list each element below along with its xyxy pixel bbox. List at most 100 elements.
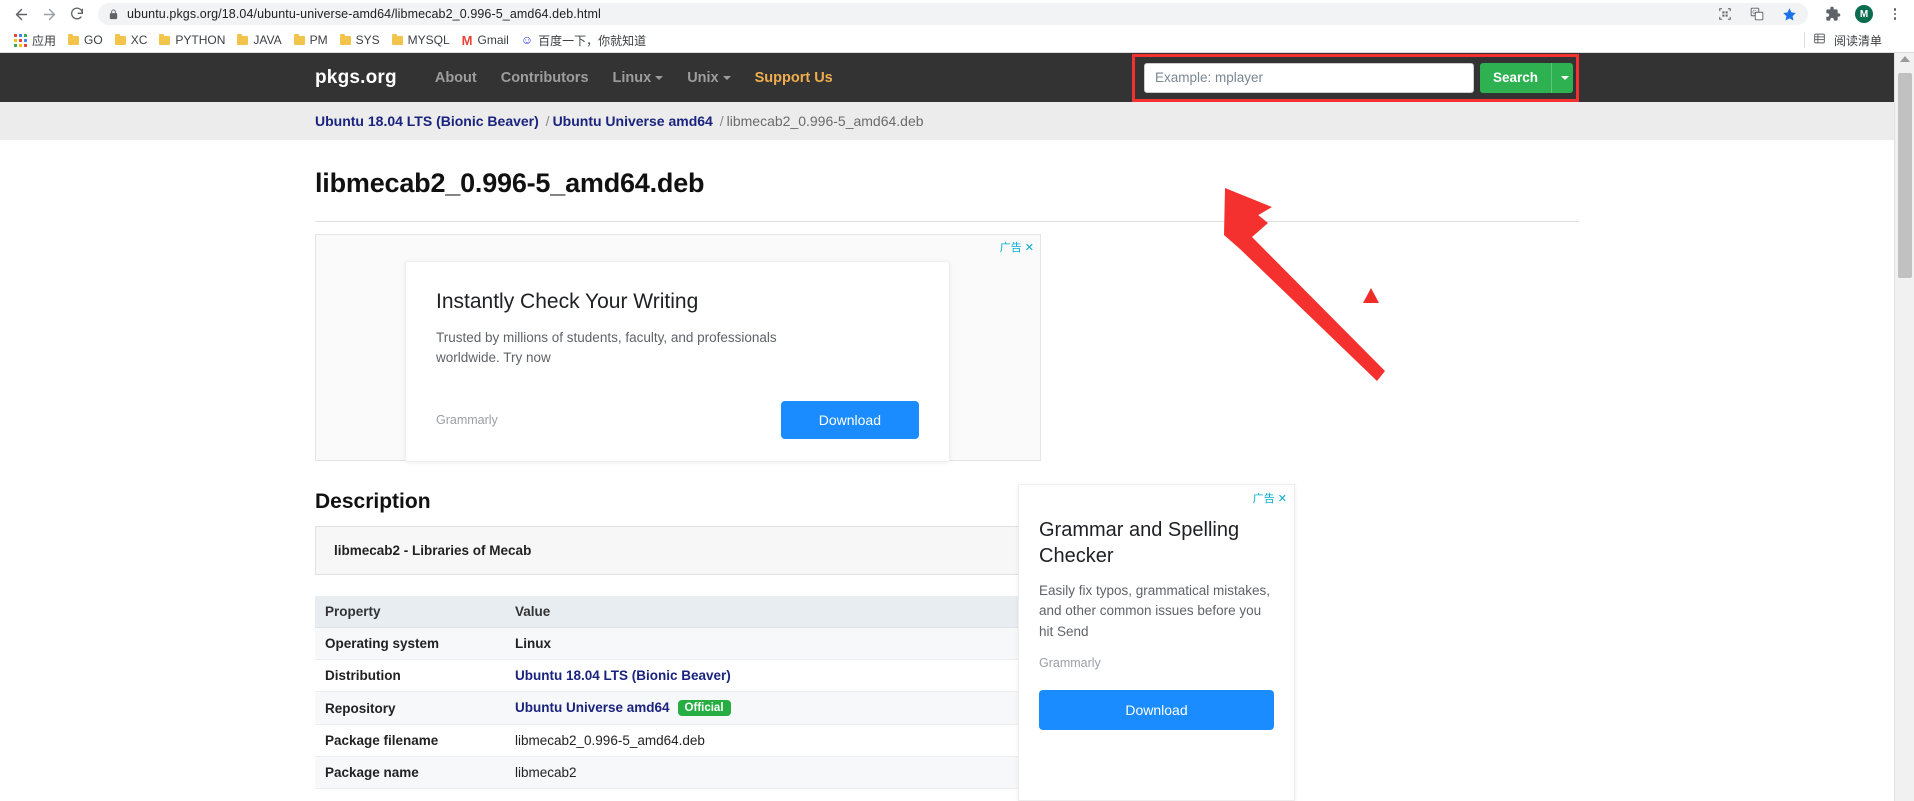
qr-code-icon[interactable] <box>1716 5 1734 23</box>
description-heading: Description <box>315 490 431 513</box>
ad-brand: Grammarly <box>1039 655 1101 670</box>
value-text: Linux <box>515 636 551 651</box>
folder-icon <box>293 33 305 45</box>
reading-list-entry[interactable]: 阅读清单 <box>1803 32 1906 49</box>
chevron-down-icon <box>655 75 664 80</box>
nav-item-about[interactable]: About <box>435 70 477 86</box>
lock-icon <box>108 8 119 20</box>
ad-card[interactable]: Instantly Check Your Writing Trusted by … <box>405 261 950 462</box>
nav-item-contributors[interactable]: Contributors <box>501 70 589 86</box>
nav-item-linux-label: Linux <box>612 69 652 86</box>
divider <box>1803 32 1805 48</box>
nav-item-linux[interactable]: Linux <box>613 70 664 86</box>
folder-icon <box>159 33 171 45</box>
browser-toolbar: ubuntu.pkgs.org/18.04/ubuntu-universe-am… <box>0 0 1914 28</box>
folder-icon <box>339 33 351 45</box>
bookmark-label: GO <box>84 33 103 47</box>
bookmark-label: PYTHON <box>175 33 226 47</box>
browser-action-icons: M <box>1814 5 1906 23</box>
extensions-puzzle-icon[interactable] <box>1824 5 1842 23</box>
nav-item-unix-label: Unix <box>687 69 719 86</box>
bookmark-label: JAVA <box>253 33 282 47</box>
bookmark-baidu[interactable]: ☺ 百度一下，你就知道 <box>515 30 652 50</box>
table-row: Package name libmecab2 <box>315 756 1067 789</box>
gmail-icon: M <box>461 32 473 48</box>
title-divider <box>315 221 1579 222</box>
value-link-distribution[interactable]: Ubuntu 18.04 LTS (Bionic Beaver) <box>515 668 731 683</box>
search-dropdown-button[interactable] <box>1551 62 1573 93</box>
breadcrumb-separator: / <box>719 113 724 129</box>
bookmark-xc[interactable]: XC <box>109 30 154 50</box>
ad-label-group[interactable]: 广告 ✕ <box>1000 239 1034 255</box>
scroll-up-arrow-icon[interactable] <box>1899 56 1910 62</box>
folder-icon <box>114 33 126 45</box>
address-bar[interactable]: ubuntu.pkgs.org/18.04/ubuntu-universe-am… <box>98 3 1808 25</box>
search-button[interactable]: Search <box>1479 62 1551 93</box>
column-header-property: Property <box>315 596 505 628</box>
close-icon[interactable]: ✕ <box>1025 241 1034 254</box>
ad-heading: Grammar and Spelling Checker <box>1039 519 1240 567</box>
table-row: Operating system Linux <box>315 627 1067 660</box>
bookmark-star-icon[interactable] <box>1780 5 1798 23</box>
ad-label-group[interactable]: 广告 ✕ <box>1253 490 1287 506</box>
page-scrollbar[interactable] <box>1894 53 1914 801</box>
property-value: Ubuntu 18.04 LTS (Bionic Beaver) <box>505 659 1067 692</box>
property-value: libmecab2_0.996-5_amd64.deb <box>505 724 1067 757</box>
profile-avatar[interactable]: M <box>1855 5 1873 23</box>
search-input[interactable] <box>1143 62 1474 93</box>
site-navbar: pkgs.org About Contributors Linux Unix S… <box>0 53 1894 102</box>
breadcrumb-bar: Ubuntu 18.04 LTS (Bionic Beaver) / Ubuntu… <box>0 102 1894 140</box>
bookmarks-bar: 应用 GO XC PYTHON JAVA PM SYS MYSQL M Gmai… <box>0 28 1914 53</box>
bookmark-sys[interactable]: SYS <box>334 30 386 50</box>
property-value: Linux <box>505 627 1067 660</box>
description-box: libmecab2 - Libraries of Mecab <box>315 526 1067 575</box>
scrollbar-thumb[interactable] <box>1898 73 1912 278</box>
breadcrumb: Ubuntu 18.04 LTS (Bionic Beaver) / Ubuntu… <box>307 113 1587 129</box>
property-key: Distribution <box>315 659 505 692</box>
address-bar-url: ubuntu.pkgs.org/18.04/ubuntu-universe-am… <box>127 7 601 21</box>
breadcrumb-separator: / <box>545 113 550 129</box>
bookmark-gmail[interactable]: M Gmail <box>456 30 515 50</box>
main-content: libmecab2_0.996-5_amd64.deb 广告 ✕ Instant… <box>307 168 1587 789</box>
nav-item-unix[interactable]: Unix <box>687 69 731 86</box>
ad-heading: Instantly Check Your Writing <box>436 290 699 313</box>
web-page: pkgs.org About Contributors Linux Unix S… <box>0 53 1894 801</box>
baidu-icon: ☺ <box>520 33 534 47</box>
apps-grid-icon <box>14 33 27 47</box>
bookmark-pm[interactable]: PM <box>288 30 334 50</box>
breadcrumb-item-distribution[interactable]: Ubuntu 18.04 LTS (Bionic Beaver) <box>315 113 539 129</box>
property-key: Package name <box>315 756 505 789</box>
reading-list-icon <box>1813 32 1826 48</box>
bookmark-python[interactable]: PYTHON <box>153 30 231 50</box>
breadcrumb-item-repository[interactable]: Ubuntu Universe amd64 <box>553 113 713 129</box>
bookmark-mysql[interactable]: MYSQL <box>386 30 456 50</box>
property-key: Operating system <box>315 627 505 660</box>
value-link-repository[interactable]: Ubuntu Universe amd64 <box>515 700 670 715</box>
properties-table: Property Value Operating system Linux Di… <box>315 596 1067 789</box>
ad-download-button[interactable]: Download <box>780 401 919 439</box>
back-arrow-icon[interactable] <box>8 1 34 27</box>
property-value: Ubuntu Universe amd64 Official <box>505 691 1067 725</box>
svg-text:G: G <box>1752 10 1756 16</box>
bookmark-label: Gmail <box>477 33 509 47</box>
forward-arrow-icon[interactable] <box>36 1 62 27</box>
more-menu-icon[interactable] <box>1886 5 1904 23</box>
ad-label-text: 广告 <box>1252 493 1275 505</box>
site-logo[interactable]: pkgs.org <box>315 67 397 89</box>
ad-download-button[interactable]: Download <box>1039 689 1274 730</box>
browser-chrome: ubuntu.pkgs.org/18.04/ubuntu-universe-am… <box>0 0 1914 53</box>
bookmark-java[interactable]: JAVA <box>231 30 287 50</box>
property-key: Package filename <box>315 724 505 757</box>
table-row: Repository Ubuntu Universe amd64 Official <box>315 691 1067 725</box>
bookmark-label: SYS <box>355 33 380 47</box>
bookmark-label: PM <box>309 33 328 47</box>
site-nav-links: About Contributors Linux Unix Support Us <box>435 70 833 86</box>
nav-item-support-us[interactable]: Support Us <box>755 70 833 86</box>
bookmark-go[interactable]: GO <box>62 30 109 50</box>
reload-icon[interactable] <box>64 1 90 27</box>
translate-icon[interactable]: G <box>1748 5 1766 23</box>
close-icon[interactable]: ✕ <box>1278 492 1287 505</box>
bookmark-apps[interactable]: 应用 <box>8 30 62 50</box>
bookmark-label: XC <box>130 33 148 47</box>
advertisement-sidebar[interactable]: 广告 ✕ Grammar and Spelling Checker Easily… <box>1018 484 1295 801</box>
